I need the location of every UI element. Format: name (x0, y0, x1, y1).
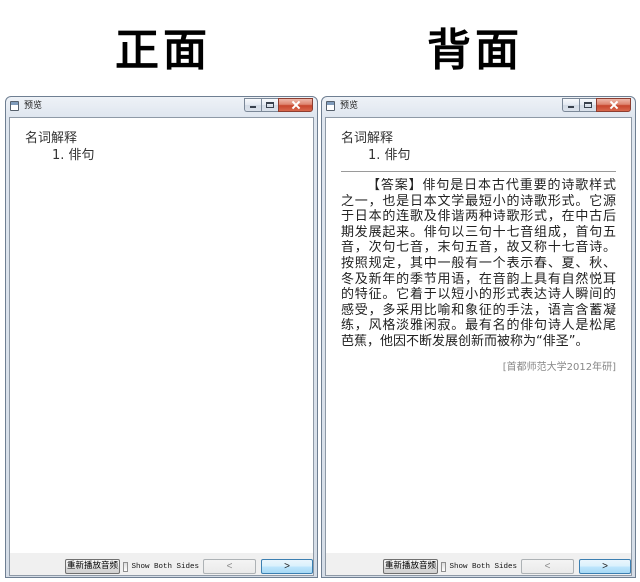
bottom-bar: 重新播放音频 Show Both Sides < > (10, 553, 313, 575)
client-area: 名词解释 1. 俳句 【答案】俳句是日本古代重要的诗歌样式 之一，也是日本文学最… (325, 117, 632, 576)
close-button[interactable] (278, 98, 313, 112)
window-title: 预览 (24, 101, 43, 111)
front-preview-window: 预览 名词解释 1. 俳句 重新播放音频 Show Both Sides < > (5, 96, 318, 578)
next-button[interactable]: > (261, 559, 313, 574)
previous-button[interactable]: < (203, 559, 256, 574)
minimize-icon (250, 106, 256, 108)
answer-line: 冬及新年的季节用语，在音韵上具有自然悦耳 (341, 271, 616, 287)
show-both-sides-label: Show Both Sides (449, 562, 517, 571)
minimize-button[interactable] (562, 98, 579, 112)
answer-line: 的特征。它着于以短小的形式表达诗人瞬间的 (341, 287, 616, 303)
next-button[interactable]: > (579, 559, 631, 574)
answer-line: 期发展起来。俳句以三句十七音组成，首句五 (341, 224, 616, 240)
title-bar[interactable]: 预览 (322, 97, 635, 117)
front-heading: 正面 (115, 25, 211, 76)
close-icon (609, 100, 619, 110)
answer-line: 按照规定，其中一般有一个表示春、夏、秋、 (341, 255, 616, 271)
answer-divider (341, 171, 616, 172)
question-text: 1. 俳句 (52, 148, 95, 163)
minimize-button[interactable] (244, 98, 261, 112)
maximize-icon (584, 102, 592, 108)
show-both-sides-label: Show Both Sides (131, 562, 199, 571)
bottom-bar: 重新播放音频 Show Both Sides < > (326, 553, 631, 575)
minimize-icon (568, 106, 574, 108)
app-window-icon (10, 101, 19, 111)
question-text: 1. 俳句 (368, 148, 411, 163)
client-area: 名词解释 1. 俳句 重新播放音频 Show Both Sides < > (9, 117, 314, 576)
answer-line: 芭蕉，他因不断发展创新而被称为“俳圣”。 (341, 333, 589, 349)
window-controls (562, 98, 631, 112)
window-title: 预览 (340, 101, 359, 111)
close-icon (291, 100, 301, 110)
answer-line: 【答案】俳句是日本古代重要的诗歌样式 (367, 178, 616, 193)
previous-button[interactable]: < (521, 559, 574, 574)
show-both-sides-toggle[interactable]: Show Both Sides (123, 559, 199, 574)
card-content: 名词解释 1. 俳句 (10, 118, 313, 553)
close-button[interactable] (596, 98, 631, 112)
answer-paragraph: 【答案】俳句是日本古代重要的诗歌样式 之一，也是日本文学最短小的诗歌形式。它源 … (341, 178, 616, 350)
section-title: 名词解释 (341, 131, 394, 146)
section-title: 名词解释 (25, 131, 78, 146)
back-heading: 背面 (427, 25, 523, 76)
replay-audio-button[interactable]: 重新播放音频 (65, 559, 120, 574)
maximize-button[interactable] (261, 98, 278, 112)
answer-line: 于日本的连歌及俳谐两种诗歌形式，在中古后 (341, 209, 616, 225)
card-content: 名词解释 1. 俳句 【答案】俳句是日本古代重要的诗歌样式 之一，也是日本文学最… (326, 118, 631, 553)
show-both-sides-checkbox[interactable] (123, 561, 129, 572)
window-controls (244, 98, 313, 112)
answer-line: 之一，也是日本文学最短小的诗歌形式。它源 (341, 193, 616, 209)
answer-source: [首都师范大学2012年研] (502, 361, 616, 373)
maximize-icon (266, 102, 274, 108)
back-preview-window: 预览 名词解释 1. 俳句 【答案】俳句是日本古代重要的诗歌样式 之一，也是日本… (321, 96, 636, 578)
answer-line: 感受，多采用比喻和象征的手法，语言含蓄凝 (341, 302, 616, 318)
answer-line: 练，风格淡雅闲寂。最有名的俳句诗人是松尾 (341, 318, 616, 334)
answer-line: 音，次句七音，末句五音，故又称十七音诗。 (341, 240, 616, 256)
show-both-sides-checkbox[interactable] (441, 561, 447, 572)
replay-audio-button[interactable]: 重新播放音频 (383, 559, 438, 574)
app-window-icon (326, 101, 335, 111)
maximize-button[interactable] (579, 98, 596, 112)
title-bar[interactable]: 预览 (6, 97, 317, 117)
show-both-sides-toggle[interactable]: Show Both Sides (441, 559, 517, 574)
